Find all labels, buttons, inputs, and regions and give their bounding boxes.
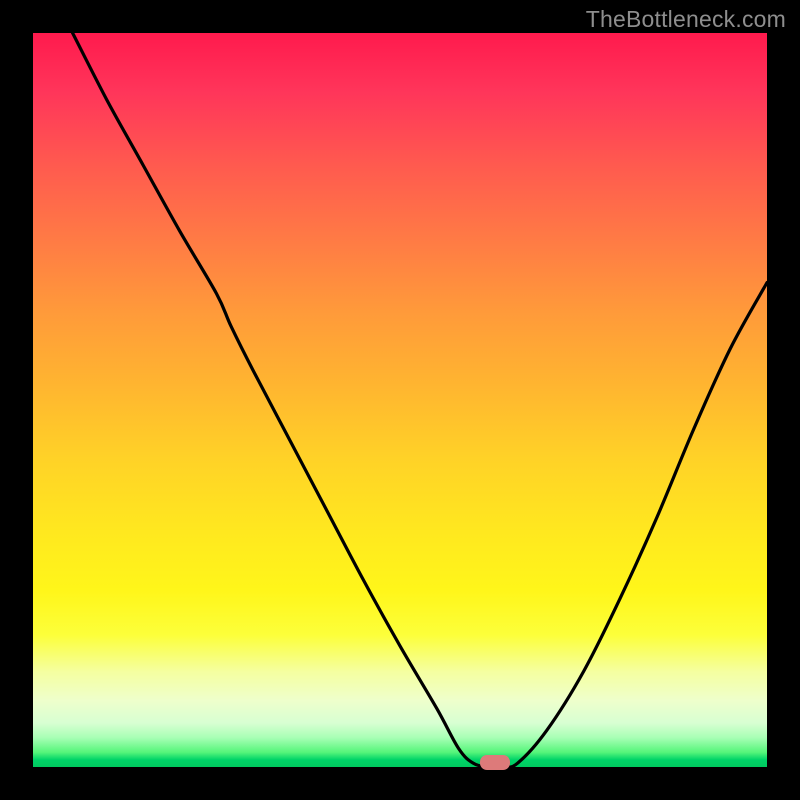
- outer-frame: TheBottleneck.com: [0, 0, 800, 800]
- bottleneck-curve: [73, 33, 767, 767]
- bottleneck-curve-svg: [33, 33, 767, 767]
- bottleneck-marker: [480, 755, 510, 770]
- watermark-text: TheBottleneck.com: [586, 6, 786, 33]
